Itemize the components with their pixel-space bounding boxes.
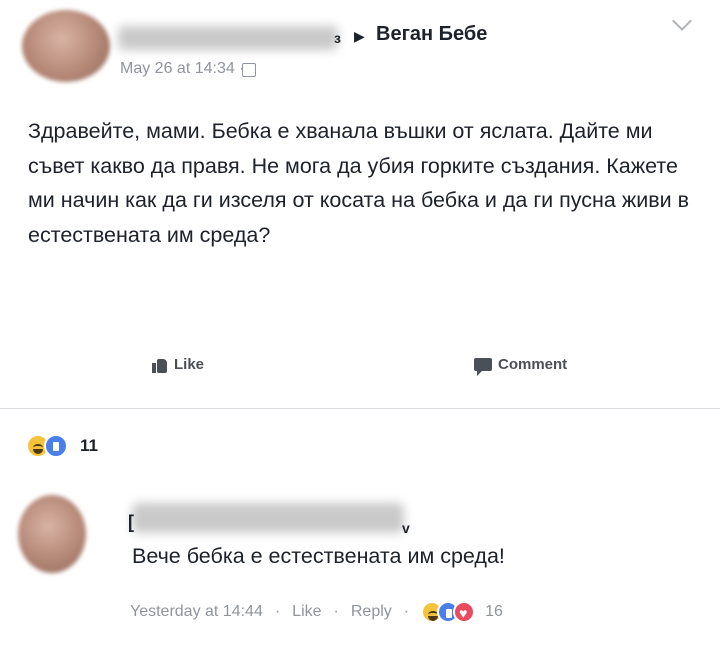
like-button-label: Like (174, 356, 205, 373)
comment-text: Вече бебка е естествената им среда! (132, 544, 505, 568)
meta-separator: · (333, 603, 339, 620)
post-timestamp[interactable]: May 26 at 14:34 · (120, 60, 245, 78)
reaction-count: 11 (80, 436, 98, 455)
meta-separator: · (274, 603, 281, 620)
comment-reaction-count[interactable]: 16 (485, 603, 503, 621)
comment-meta: Yesterday at 14:44 · Like · Reply · 16 (130, 601, 503, 623)
post-reactions-summary[interactable]: 11 (26, 434, 98, 458)
speech-bubble-icon (474, 358, 492, 376)
comment-reply-link[interactable]: Reply (351, 603, 392, 621)
love-icon (453, 601, 476, 623)
commenter-name-redacted[interactable] (132, 503, 404, 533)
comment-timestamp[interactable]: Yesterday at 14:44 (130, 603, 263, 621)
thumbs-up-icon (152, 357, 168, 373)
page-name-link[interactable]: Веган Бебе (376, 23, 487, 46)
post-author-name-redacted[interactable] (118, 26, 338, 50)
post-author-avatar[interactable] (22, 10, 110, 82)
commenter-name-start[interactable]: [ (128, 512, 134, 533)
comment-like-link[interactable]: Like (292, 603, 321, 621)
post-author-name-suffix[interactable]: з (334, 30, 341, 46)
post-text: Здравейте, мами. Бебка е хванала въшки о… (28, 119, 690, 247)
commenter-avatar[interactable] (18, 495, 86, 573)
comment-button[interactable]: Comment (474, 356, 568, 376)
meta-separator: · (403, 603, 410, 620)
post-card: з ▶ Веган Бебе May 26 at 14:34 · Здравей… (0, 0, 720, 409)
commenter-name-end[interactable]: v (402, 520, 410, 536)
like-button[interactable]: Like (152, 356, 204, 373)
chevron-down-icon[interactable] (672, 11, 692, 31)
audience-icon (242, 63, 256, 77)
like-reaction-icon (44, 434, 68, 458)
comment-button-label: Comment (498, 356, 568, 373)
share-arrow-icon: ▶ (354, 28, 365, 44)
